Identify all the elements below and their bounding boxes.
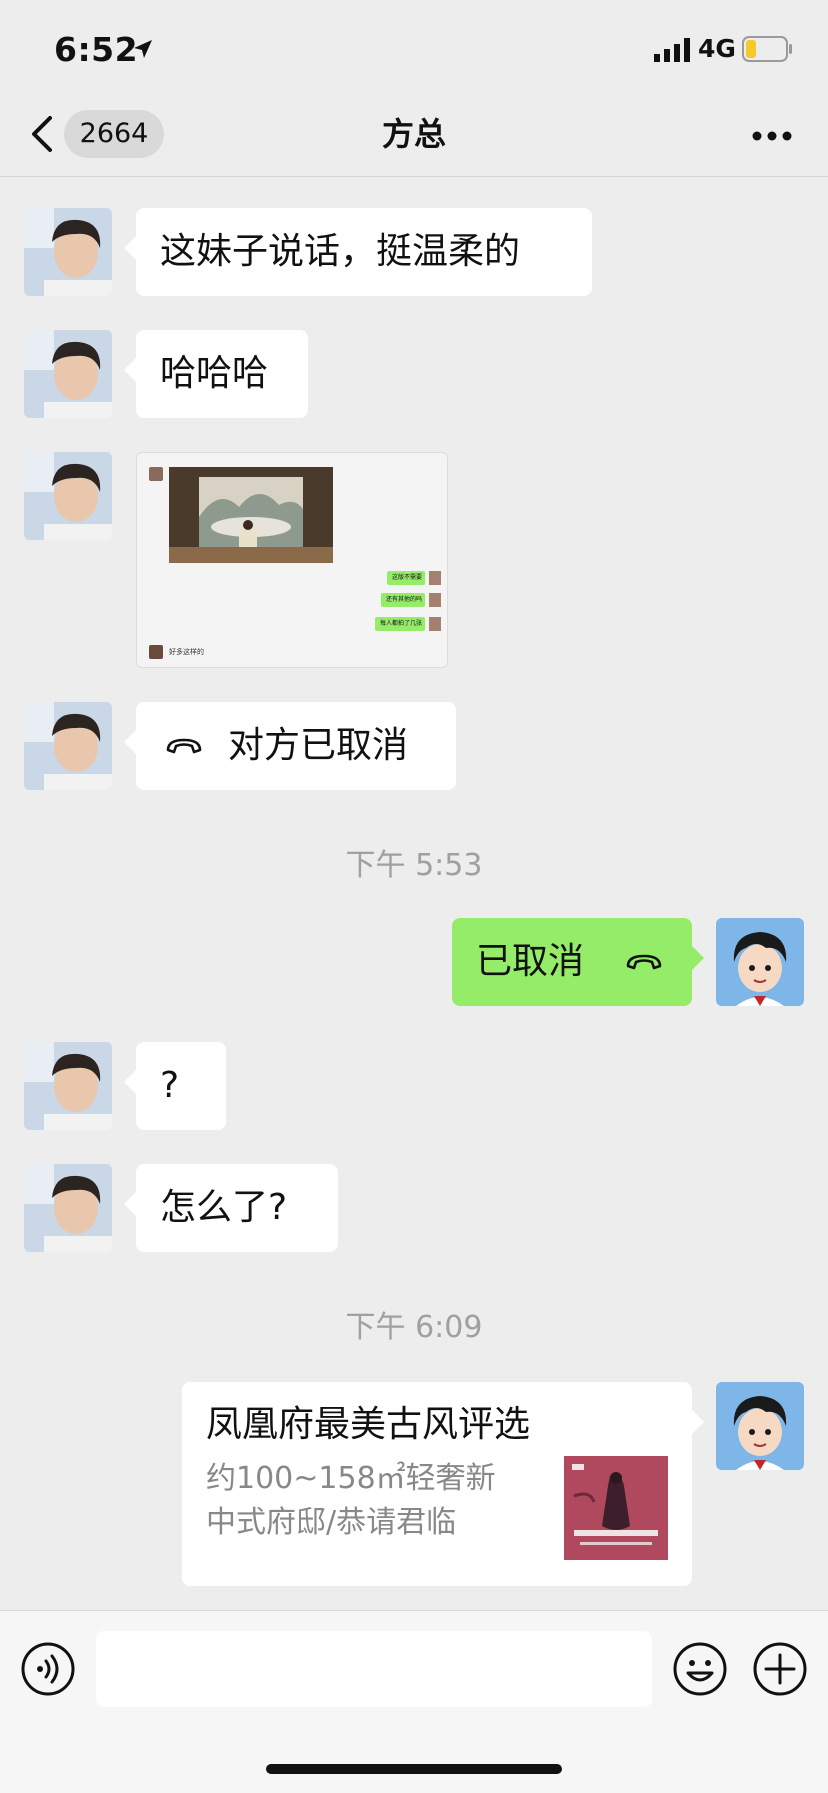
image-message[interactable]: 这版不需要 还有其他的吗 每人都拍了几张 好多这样的 [136,452,448,668]
mini-avatar [149,467,163,481]
card-thumbnail [564,1456,668,1560]
status-time: 6:52 [54,30,139,69]
signal-icon [654,38,690,62]
message-text: ? [160,1065,180,1106]
status-bar: 6:52 4G [0,0,828,96]
message-text: 哈哈哈 [160,353,269,394]
more-icon[interactable] [752,130,792,142]
chat-title: 方总 [381,115,446,153]
contact-avatar[interactable] [24,702,112,790]
screenshot-reply: 每人都拍了几张 [379,620,422,627]
phone-hangup-icon [626,954,662,970]
my-avatar[interactable] [716,918,804,1006]
battery-icon [742,36,792,62]
call-status-text: 对方已取消 [228,725,409,766]
message-bubble[interactable]: 这妹子说话，挺温柔的 [124,208,592,296]
location-arrow-icon [134,40,152,58]
contact-avatar[interactable] [24,208,112,296]
card-description: 中式府邸/恭请君临 [206,1505,457,1540]
chat-header: 2664 方总 [0,96,828,177]
message-bubble[interactable]: ? [124,1042,226,1130]
message-text: 怎么了? [160,1187,288,1228]
my-avatar[interactable] [716,1382,804,1470]
screenshot-reply: 还有其他的吗 [385,596,422,603]
phone-hangup-icon [166,738,202,754]
message-input[interactable] [96,1631,652,1707]
network-type: 4G [698,34,736,63]
screenshot-reply: 这版不需要 [391,574,422,581]
message-text: 这妹子说话，挺温柔的 [160,231,521,272]
scenery-photo [169,467,333,563]
voice-icon[interactable] [20,1641,76,1697]
timestamp: 下午 5:53 [345,848,483,883]
home-indicator[interactable] [266,1764,562,1774]
message-bubble[interactable]: 哈哈哈 [124,330,308,418]
contact-avatar[interactable] [24,1164,112,1252]
call-record-bubble[interactable]: 已取消 [452,918,704,1006]
contact-avatar[interactable] [24,1042,112,1130]
card-title: 凤凰府最美古风评选 [206,1404,531,1445]
plus-icon[interactable] [752,1641,808,1697]
timestamp: 下午 6:09 [345,1310,483,1345]
screenshot-caption: 好多这样的 [169,648,204,656]
message-bubble[interactable]: 怎么了? [124,1164,338,1252]
emoji-icon[interactable] [672,1641,728,1697]
contact-avatar[interactable] [24,330,112,418]
card-description: 约100~158㎡轻奢新 [206,1461,496,1496]
contact-avatar[interactable] [24,452,112,540]
link-card[interactable]: 凤凰府最美古风评选 约100~158㎡轻奢新 中式府邸/恭请君临 [182,1382,704,1586]
call-status-text: 已取消 [476,941,585,982]
call-record-bubble[interactable]: 对方已取消 [124,702,456,790]
